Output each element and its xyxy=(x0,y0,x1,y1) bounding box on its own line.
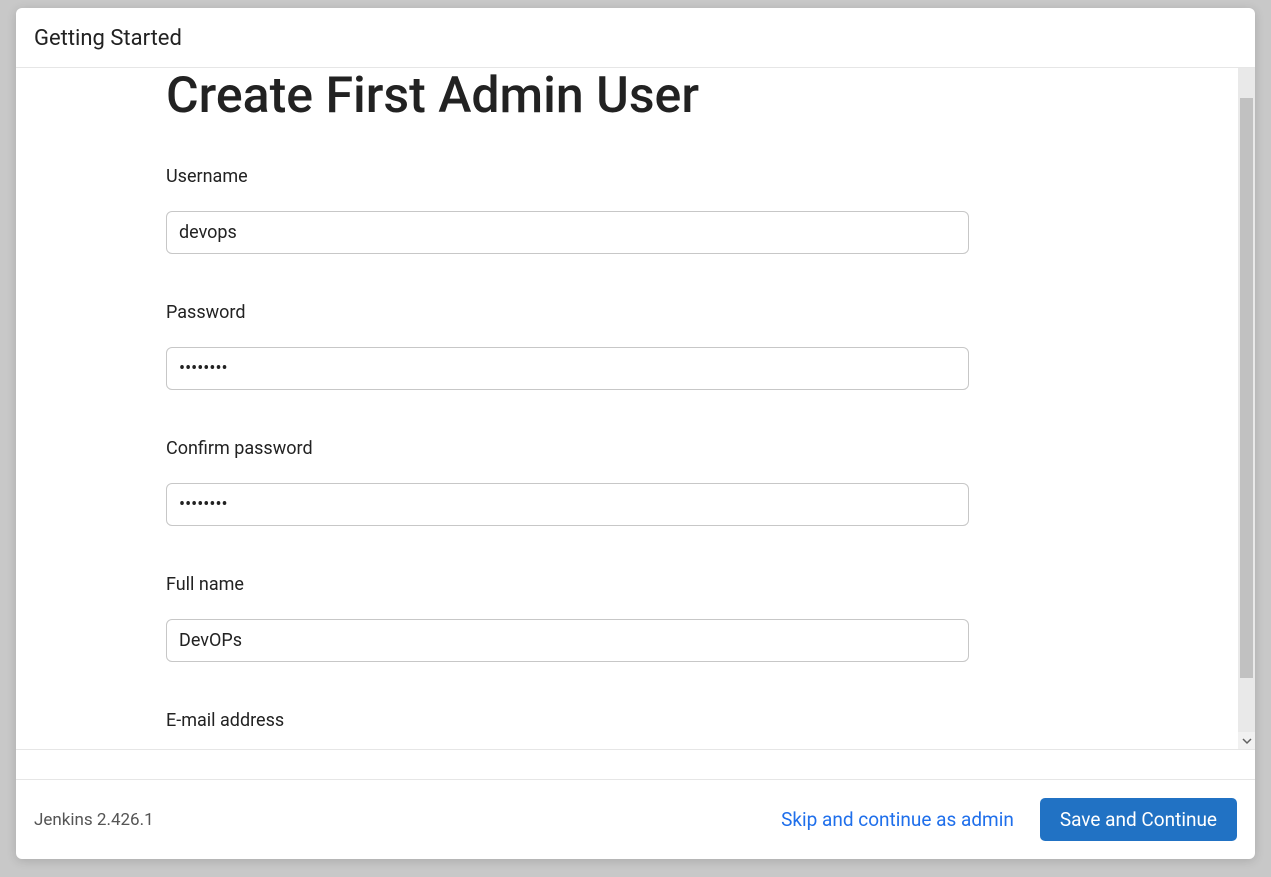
full-name-input[interactable] xyxy=(166,619,969,662)
chevron-down-icon xyxy=(1242,736,1252,746)
username-label: Username xyxy=(166,166,1119,187)
scrollbar-thumb[interactable] xyxy=(1240,98,1253,678)
email-label: E-mail address xyxy=(166,710,1119,731)
password-input[interactable] xyxy=(166,347,969,390)
username-input[interactable] xyxy=(166,211,969,254)
scrollbar-track[interactable] xyxy=(1238,68,1255,732)
field-group-email: E-mail address xyxy=(166,710,1119,750)
scrollbar-down-button[interactable] xyxy=(1238,732,1255,749)
full-name-label: Full name xyxy=(166,574,1119,595)
confirm-password-label: Confirm password xyxy=(166,438,1119,459)
modal-header: Getting Started xyxy=(16,8,1255,68)
field-group-password: Password xyxy=(166,302,1119,390)
footer-actions: Skip and continue as admin Save and Cont… xyxy=(781,798,1237,841)
getting-started-modal: Getting Started Create First Admin User … xyxy=(16,8,1255,859)
save-and-continue-button[interactable]: Save and Continue xyxy=(1040,798,1237,841)
field-group-confirm-password: Confirm password xyxy=(166,438,1119,526)
confirm-password-input[interactable] xyxy=(166,483,969,526)
field-group-username: Username xyxy=(166,166,1119,254)
field-group-full-name: Full name xyxy=(166,574,1119,662)
modal-footer: Jenkins 2.426.1 Skip and continue as adm… xyxy=(16,749,1255,859)
password-label: Password xyxy=(166,302,1119,323)
footer-divider-top xyxy=(16,749,1255,779)
content-scroll[interactable]: Create First Admin User Username Passwor… xyxy=(16,68,1238,749)
footer-row: Jenkins 2.426.1 Skip and continue as adm… xyxy=(16,780,1255,859)
modal-title: Getting Started xyxy=(34,26,182,51)
jenkins-version: Jenkins 2.426.1 xyxy=(34,810,154,830)
page-title: Create First Admin User xyxy=(166,68,1119,126)
skip-and-continue-button[interactable]: Skip and continue as admin xyxy=(781,808,1014,831)
admin-user-form: Create First Admin User Username Passwor… xyxy=(166,68,1119,749)
modal-body: Create First Admin User Username Passwor… xyxy=(16,68,1255,749)
vertical-scrollbar[interactable] xyxy=(1238,68,1255,749)
